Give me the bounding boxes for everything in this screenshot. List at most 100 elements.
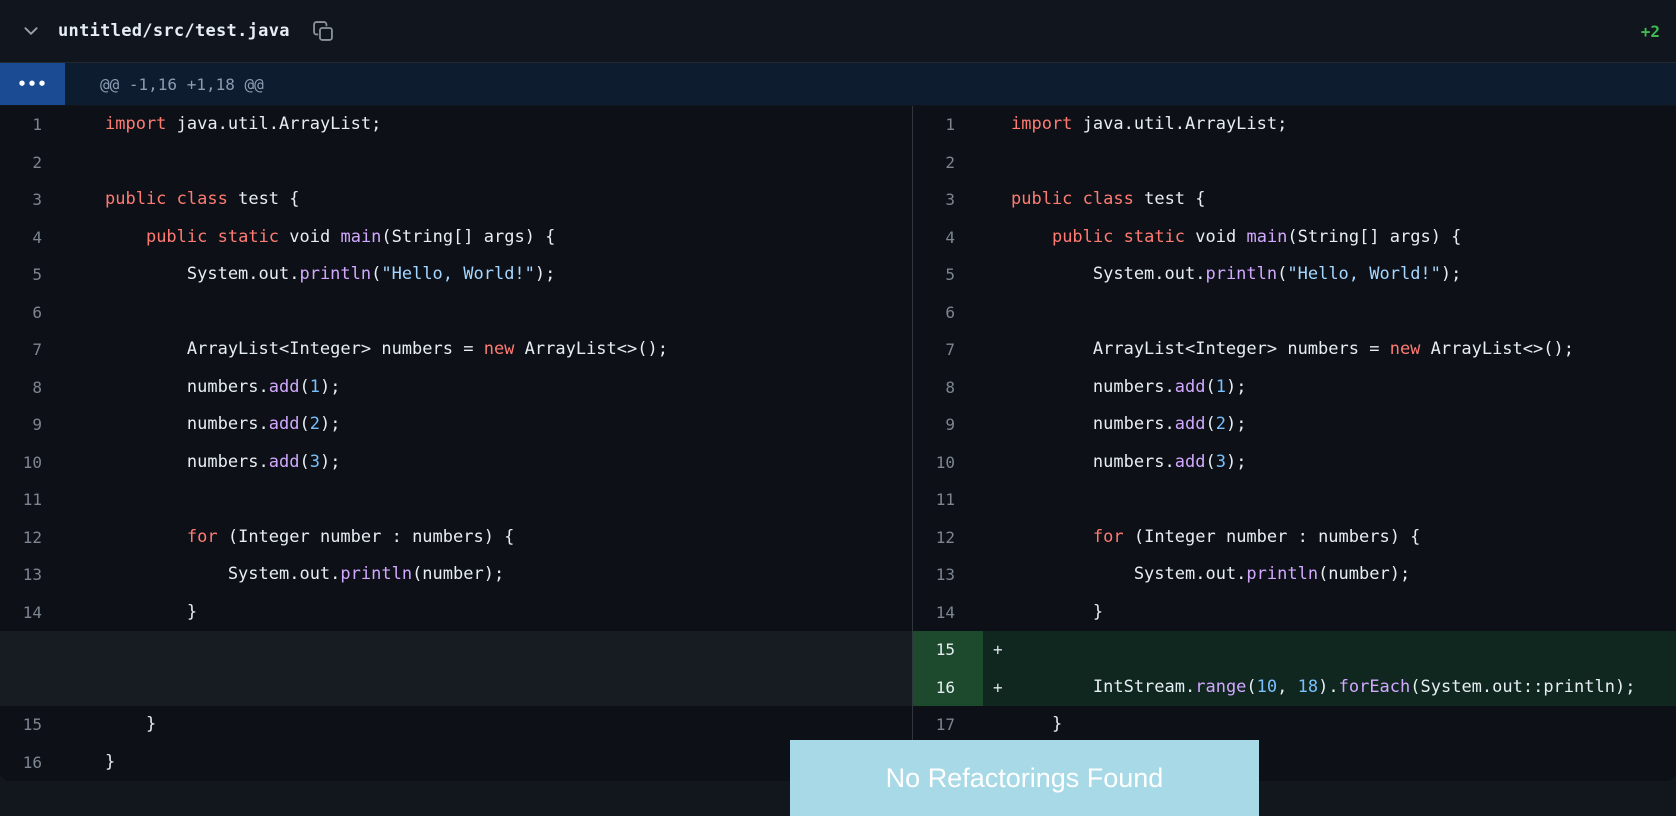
line-number[interactable]: 13 <box>913 556 983 594</box>
code-line: for (Integer number : numbers) { <box>1092 526 1421 547</box>
code-line: numbers.add(1); <box>105 376 341 397</box>
code-line: System.out.println("Hello, World!"); <box>1011 264 1462 284</box>
diff-filler-row <box>0 668 912 707</box>
diff-panel-modified: 1 import java.util.ArrayList; 2 3 public cla… <box>913 106 1676 781</box>
diff-row: 4 public static void main(String[] args)… <box>913 218 1676 257</box>
line-number[interactable]: 15 <box>913 631 983 669</box>
code-line: public class test { <box>105 189 300 209</box>
code-line: } <box>1011 714 1063 734</box>
diff-row: 11 <box>913 481 1676 519</box>
line-number[interactable]: 6 <box>913 294 983 332</box>
code-line: ArrayList<Integer> numbers = new ArrayLi… <box>105 339 668 359</box>
toast-message: No Refactorings Found <box>885 762 1164 793</box>
line-number[interactable]: 3 <box>913 181 983 219</box>
line-number <box>0 631 60 669</box>
line-number[interactable]: 10 <box>0 444 60 482</box>
line-number[interactable]: 5 <box>913 256 983 294</box>
line-number[interactable]: 4 <box>0 219 60 257</box>
line-number[interactable]: 2 <box>0 144 60 182</box>
diff-row: 3 public class test { <box>913 181 1676 219</box>
line-number[interactable]: 8 <box>0 369 60 407</box>
line-number[interactable]: 8 <box>913 369 983 407</box>
diff-row: 8 numbers.add(1); <box>913 368 1676 407</box>
file-header: untitled/src/test.java +2 <box>0 0 1676 63</box>
code-line: System.out.println(number); <box>105 564 505 584</box>
line-number[interactable]: 1 <box>0 106 60 144</box>
diff-row: 9 numbers.add(2); <box>913 406 1676 444</box>
code-line: import java.util.ArrayList; <box>1011 114 1288 134</box>
line-number[interactable]: 9 <box>913 406 983 444</box>
line-number[interactable]: 11 <box>0 481 60 519</box>
diff-row: 6 <box>913 293 1676 332</box>
line-number <box>0 669 60 707</box>
diff-row: 11 <box>0 481 912 519</box>
diff-row: 2 <box>913 143 1676 182</box>
diff-row: 1 import java.util.ArrayList; <box>0 106 912 144</box>
diff-marker: + <box>993 640 1003 660</box>
line-number[interactable]: 12 <box>913 519 983 557</box>
diff-row: 12 for (Integer number : numbers) { <box>913 518 1676 557</box>
line-number[interactable]: 11 <box>913 481 983 519</box>
diff-row: 14 } <box>913 593 1676 632</box>
line-number[interactable]: 2 <box>913 144 983 182</box>
diff-row: 16} <box>0 743 912 782</box>
code-line: numbers.add(2); <box>1011 414 1247 434</box>
diff-viewer: untitled/src/test.java +2 ••• @@ -1,16 +… <box>0 0 1676 781</box>
line-number[interactable]: 14 <box>913 594 983 632</box>
code-line: numbers.add(2); <box>105 414 341 434</box>
code-line: } <box>105 751 116 772</box>
line-number[interactable]: 17 <box>913 706 983 744</box>
diff-panel-original: 1 import java.util.ArrayList; 2 3 public cla… <box>0 106 913 781</box>
line-number[interactable]: 4 <box>913 219 983 257</box>
code-line: System.out.println(number); <box>1011 564 1411 584</box>
code-line: } <box>105 601 198 622</box>
code-line: import java.util.ArrayList; <box>105 114 382 134</box>
code-line: numbers.add(3); <box>1011 451 1247 472</box>
line-number[interactable]: 5 <box>0 256 60 294</box>
line-number[interactable]: 15 <box>0 706 60 744</box>
code-line: ArrayList<Integer> numbers = new ArrayLi… <box>1011 339 1574 359</box>
diff-row: 3 public class test { <box>0 181 912 219</box>
diff-row: 15 } <box>0 706 912 744</box>
code-line: } <box>105 714 157 734</box>
diff-row: 7 ArrayList<Integer> numbers = new Array… <box>913 331 1676 369</box>
line-number[interactable]: 9 <box>0 406 60 444</box>
diff-row: 5 System.out.println("Hello, World!"); <box>0 256 912 294</box>
line-number[interactable]: 13 <box>0 556 60 594</box>
code-line: } <box>1011 601 1104 622</box>
chevron-down-icon[interactable] <box>20 20 42 42</box>
diff-row: 9 numbers.add(2); <box>0 406 912 444</box>
code-line: numbers.add(1); <box>1011 376 1247 397</box>
line-number[interactable]: 14 <box>0 594 60 632</box>
diff-row: 7 ArrayList<Integer> numbers = new Array… <box>0 331 912 369</box>
file-path: untitled/src/test.java <box>58 21 290 41</box>
diff-filler-row <box>0 631 912 669</box>
line-number[interactable]: 3 <box>0 181 60 219</box>
line-number[interactable]: 1 <box>913 106 983 144</box>
line-number[interactable]: 10 <box>913 444 983 482</box>
hunk-header-row: ••• @@ -1,16 +1,18 @@ <box>0 63 1676 106</box>
diff-row: 13 System.out.println(number); <box>913 556 1676 594</box>
line-number[interactable]: 16 <box>913 668 983 706</box>
diff-row: 10 numbers.add(3); <box>0 443 912 482</box>
code-line: for (Integer number : numbers) { <box>186 526 515 547</box>
hunk-header-text: @@ -1,16 +1,18 @@ <box>100 74 264 94</box>
line-number[interactable]: 7 <box>913 331 983 369</box>
diff-row: 14 } <box>0 593 912 632</box>
code-line: public static void main(String[] args) { <box>1051 226 1462 247</box>
line-number[interactable]: 16 <box>0 744 60 782</box>
diff-row: 12 for (Integer number : numbers) { <box>0 518 912 557</box>
diff-row: 6 <box>0 293 912 332</box>
toast-notification: No Refactorings Found <box>790 740 1259 816</box>
diff-body: 1 import java.util.ArrayList; 2 3 public cla… <box>0 106 1676 781</box>
diff-row: 5 System.out.println("Hello, World!"); <box>913 256 1676 294</box>
expand-hunk-button[interactable]: ••• <box>0 63 65 105</box>
line-number[interactable]: 12 <box>0 519 60 557</box>
code-line: public class test { <box>1011 189 1206 209</box>
diff-row: 4 public static void main(String[] args)… <box>0 218 912 257</box>
code-line: IntStream.range(10, 18).forEach(System.o… <box>1011 676 1636 697</box>
copy-path-button[interactable] <box>310 18 336 44</box>
line-number[interactable]: 7 <box>0 331 60 369</box>
line-number[interactable]: 6 <box>0 294 60 332</box>
diff-row: 1 import java.util.ArrayList; <box>913 106 1676 144</box>
